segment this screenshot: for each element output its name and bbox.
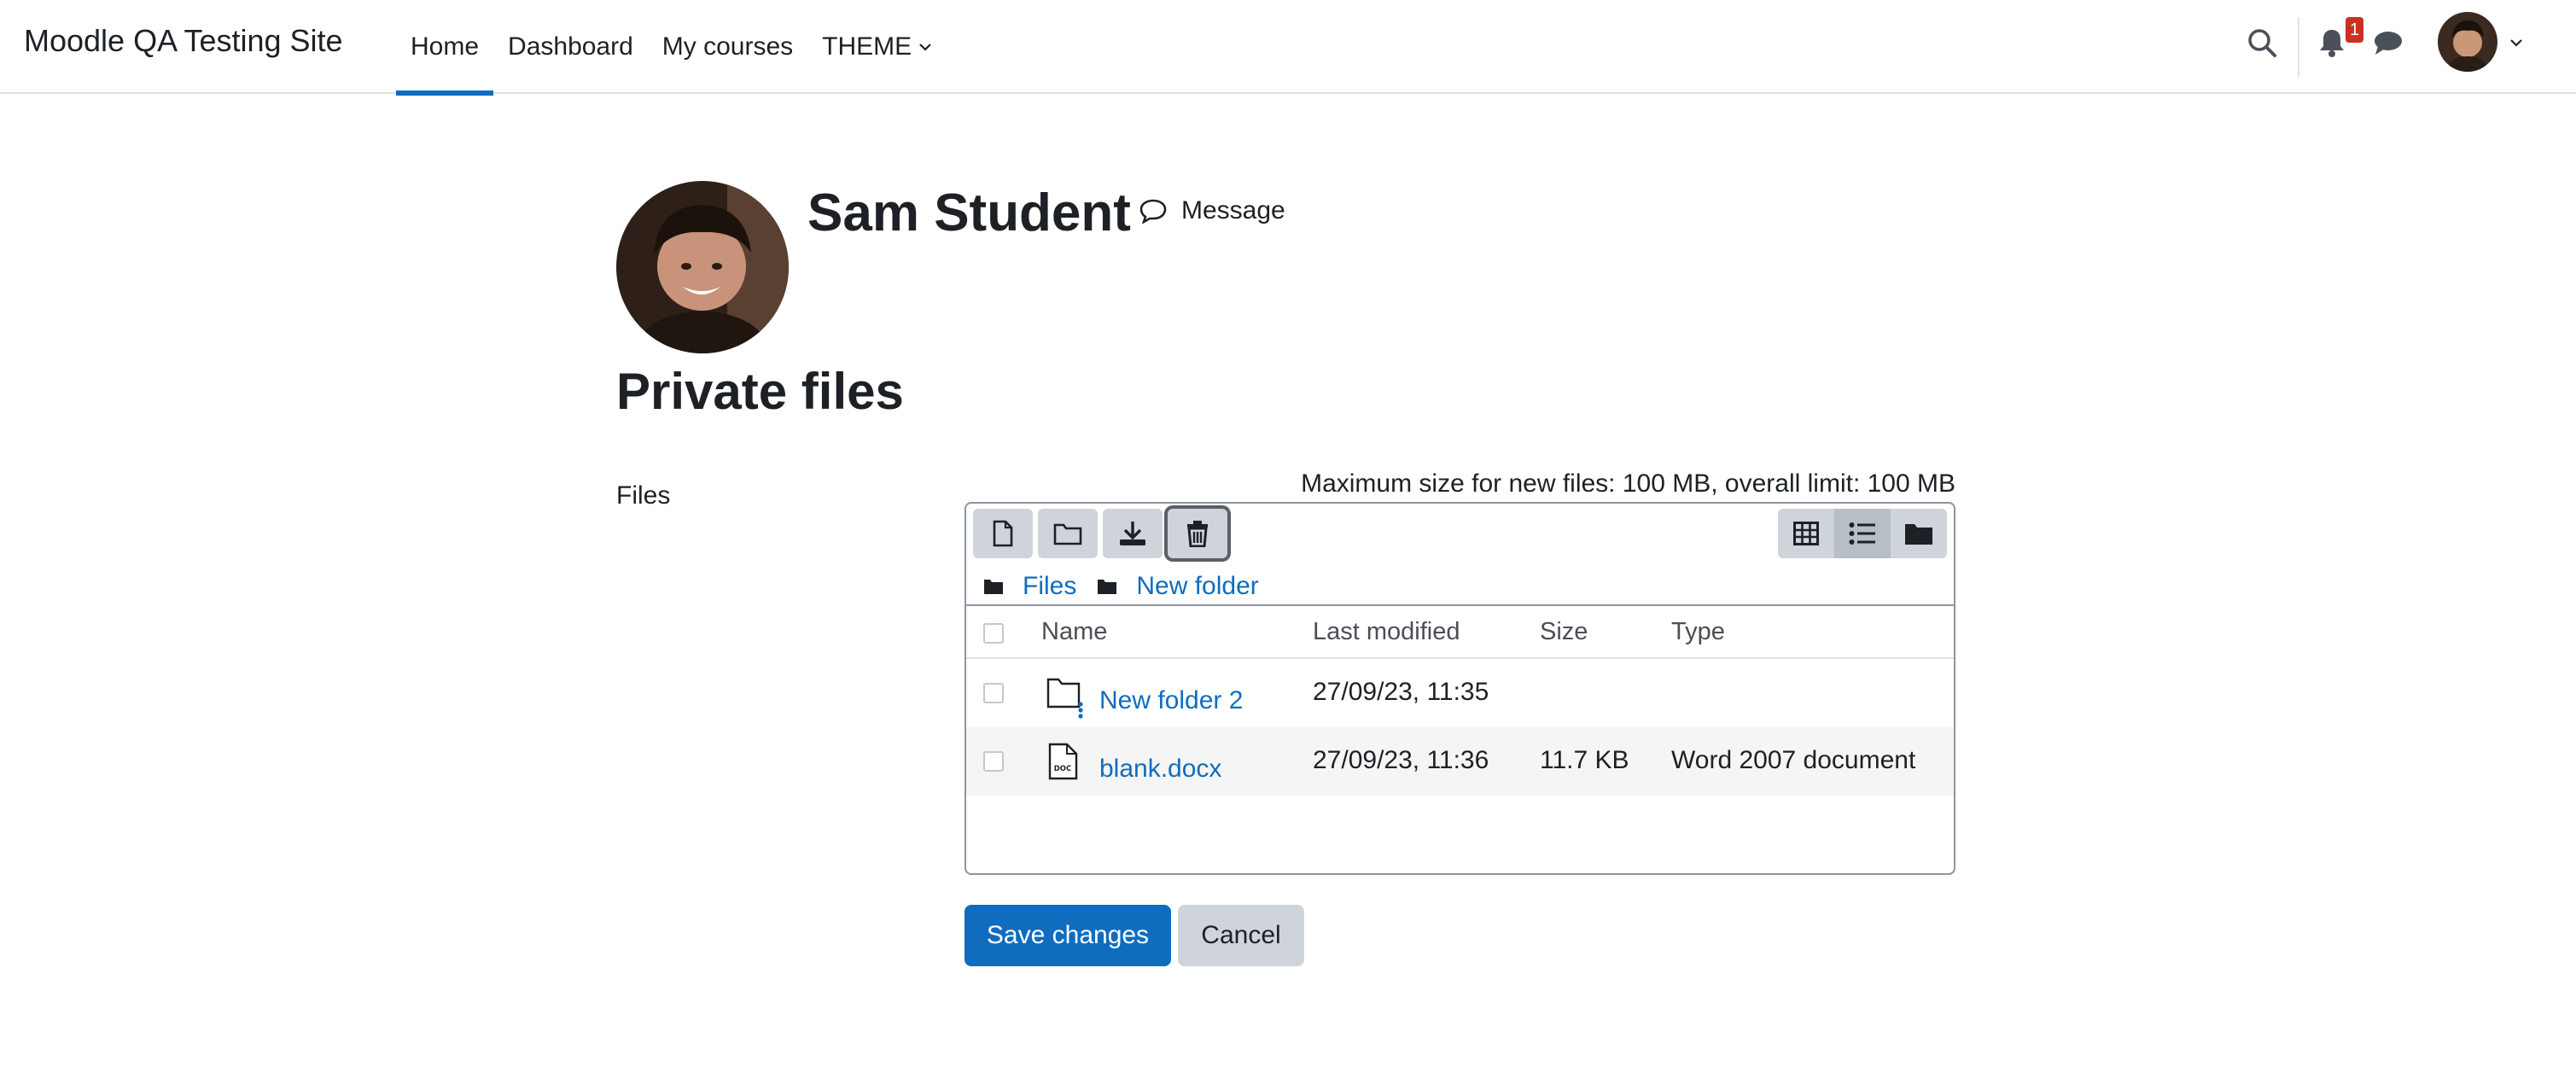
folder-icon [984,580,1003,594]
row-checkbox[interactable] [983,751,1004,772]
download-icon [1120,522,1145,545]
file-list-table: Name Last modified Size Type New folder … [966,604,1954,796]
breadcrumb-link-files[interactable]: Files [1023,572,1076,601]
files-field-label: Files [616,481,671,510]
message-button[interactable]: Message [1139,196,1285,225]
type-value: Word 2007 document [1671,746,1916,774]
table-header: Name Last modified Size Type [966,604,1954,659]
nav-home[interactable]: Home [396,0,494,96]
last-modified-value: 27/09/23, 11:35 [1313,678,1489,706]
table-row[interactable]: New folder 2 27/09/23, 11:35 [966,659,1954,727]
nav-my-courses-label: My courses [661,32,794,61]
nav-theme-label: THEME [822,32,912,61]
tree-view-icon [1905,524,1932,545]
row-checkbox[interactable] [983,683,1004,703]
create-folder-icon [1053,523,1082,545]
add-file-icon [993,520,1013,547]
size-value: 11.7 KB [1540,746,1629,774]
chat-icon[interactable] [2369,24,2407,61]
cancel-button[interactable]: Cancel [1178,905,1304,966]
column-header-name[interactable]: Name [1041,618,1107,646]
breadcrumb-item-new-folder: New folder [1097,572,1259,601]
nav-dashboard[interactable]: Dashboard [493,0,648,94]
delete-button[interactable] [1168,509,1227,558]
add-file-button[interactable] [973,509,1033,558]
speech-bubble-icon [1139,199,1167,224]
list-view-button[interactable] [1834,509,1891,558]
nav-dashboard-label: Dashboard [508,32,633,61]
nav-theme-dropdown[interactable]: THEME [807,0,947,94]
user-full-name: Sam Student [807,184,1131,242]
create-folder-button[interactable] [1038,509,1098,558]
column-header-size[interactable]: Size [1540,618,1588,646]
download-button[interactable] [1103,509,1163,558]
nav-my-courses[interactable]: My courses [648,0,807,94]
column-header-type[interactable]: Type [1671,618,1725,646]
last-modified-value: 27/09/23, 11:36 [1313,746,1489,774]
tree-view-button[interactable] [1891,509,1947,558]
user-profile-picture [616,181,789,353]
view-switcher [1778,509,1947,558]
primary-navigation: Home Dashboard My courses THEME [396,0,947,96]
nav-divider [2298,17,2299,77]
breadcrumb-item-files: Files [983,572,1076,601]
column-header-last-modified[interactable]: Last modified [1313,618,1460,646]
message-label: Message [1181,196,1285,224]
top-navbar: Moodle QA Testing Site Home Dashboard My… [0,0,2576,96]
site-name[interactable]: Moodle QA Testing Site [24,23,343,59]
file-manager: Files New folder Name Last modified Size… [965,502,1955,875]
nav-home-label: Home [411,32,480,61]
page-title: Private files [616,363,904,420]
file-name-link[interactable]: New folder 2 [1099,686,1243,715]
avatar[interactable] [2438,12,2497,72]
breadcrumb-link-new-folder[interactable]: New folder [1136,572,1258,601]
delete-icon [1187,521,1208,547]
folder-icon [1098,580,1117,594]
file-manager-toolbar [966,504,1954,563]
folder-icon [1046,678,1083,719]
grid-view-button[interactable] [1778,509,1834,558]
breadcrumb: Files New folder [983,572,1279,601]
table-row[interactable]: DOC blank.docx 27/09/23, 11:36 11.7 KB W… [966,727,1954,796]
list-view-icon [1849,522,1875,545]
search-icon[interactable] [2243,24,2281,61]
svg-text:DOC: DOC [1054,765,1072,773]
docx-file-icon: DOC [1048,743,1078,780]
save-changes-button[interactable]: Save changes [965,905,1171,966]
max-size-info: Maximum size for new files: 100 MB, over… [1301,469,1955,498]
file-name-link[interactable]: blank.docx [1099,755,1221,784]
user-menu-chevron-down-icon[interactable] [2509,38,2523,48]
select-all-checkbox[interactable] [983,623,1004,644]
notification-badge: 1 [2346,17,2364,43]
chevron-down-icon [919,44,931,51]
grid-view-icon [1793,522,1819,545]
